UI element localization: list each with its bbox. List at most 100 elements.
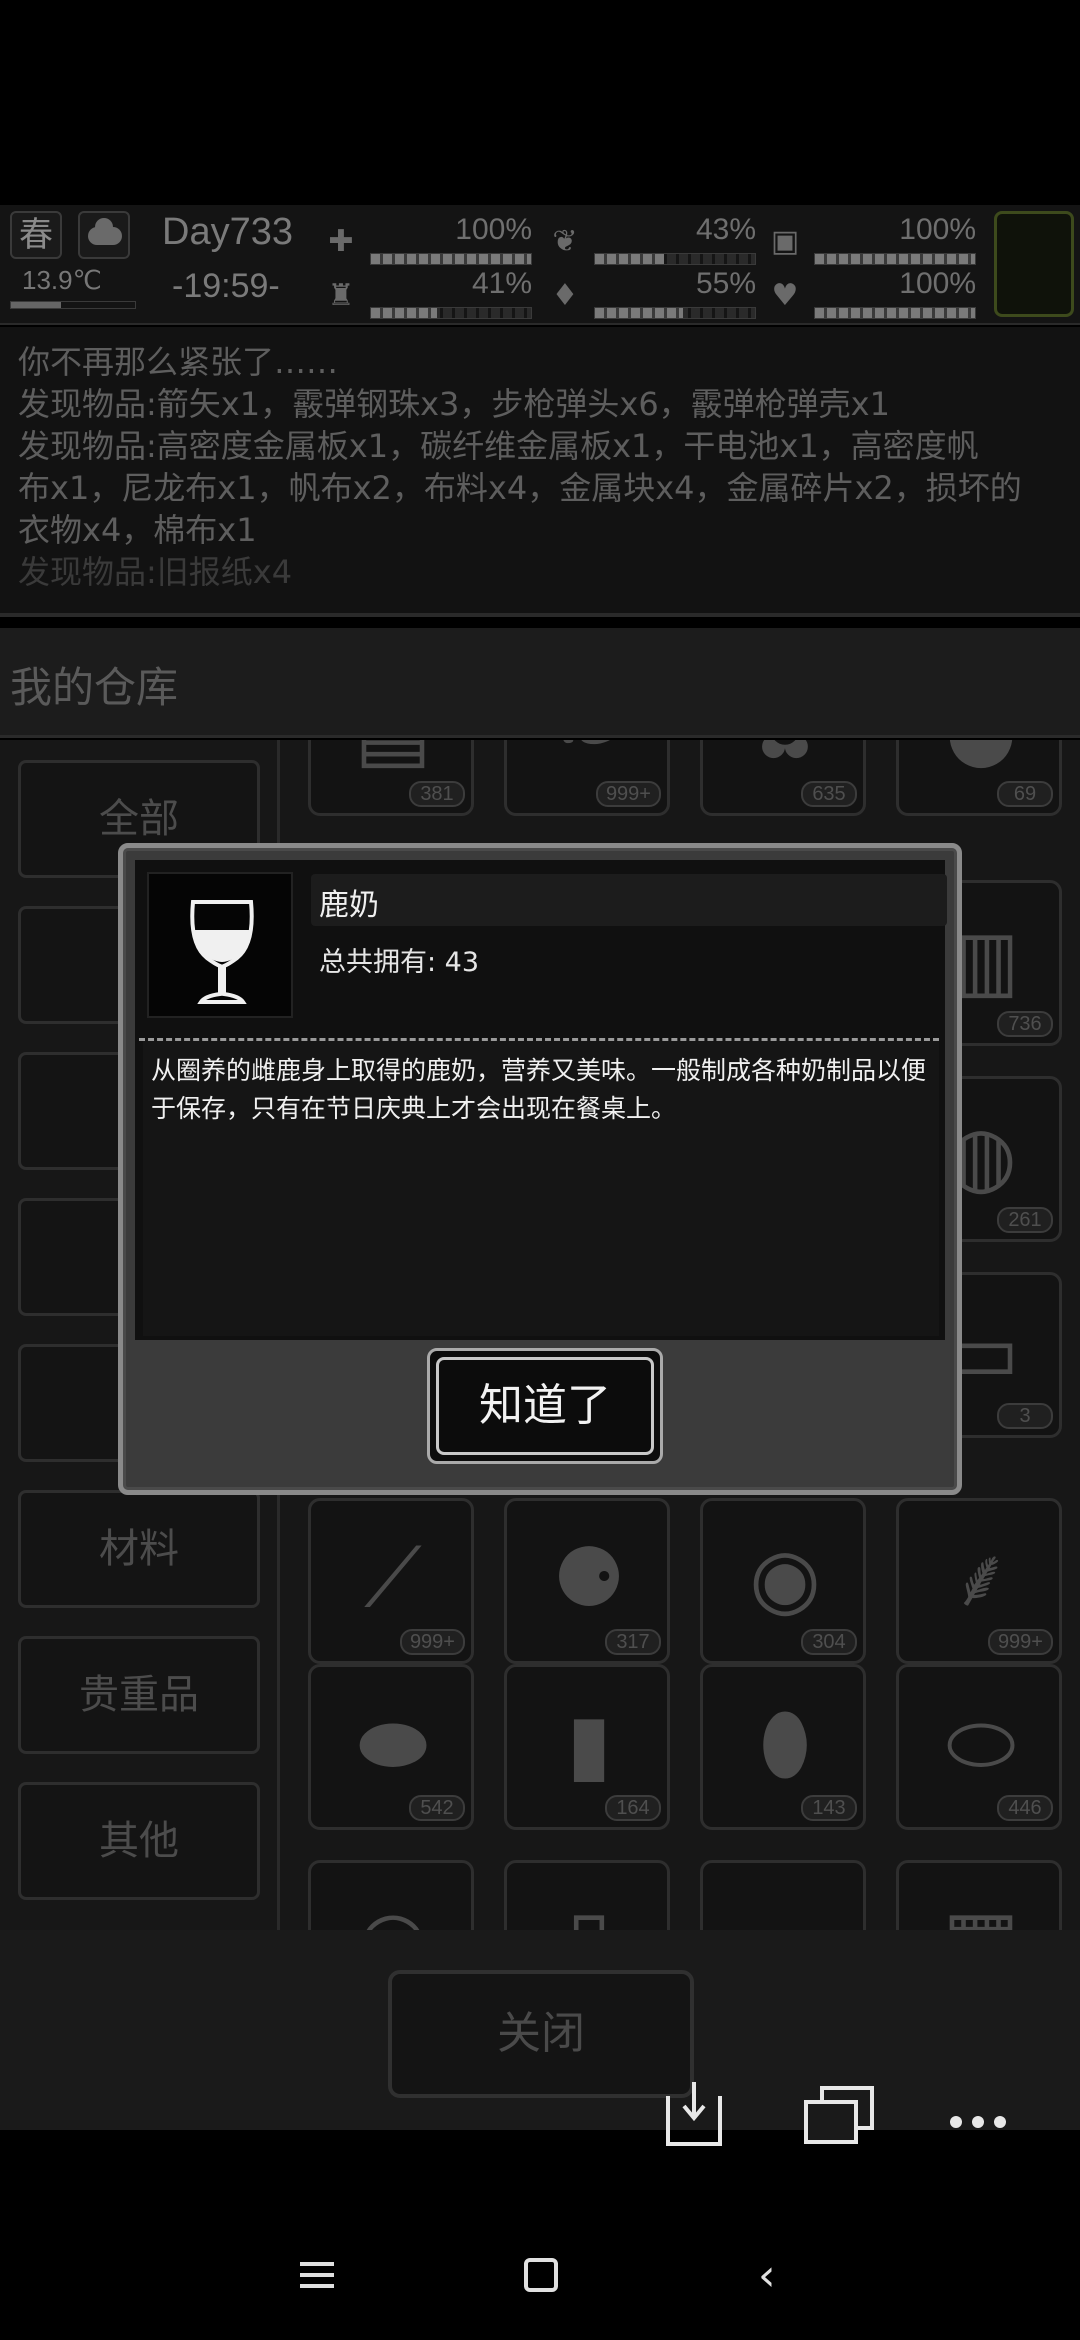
jar-icon: ▦ [921, 1881, 1041, 1930]
close-area: 关闭 [0, 1930, 1080, 2130]
item-cell[interactable]: ⬭ 446 [896, 1664, 1062, 1830]
log-line: 你不再那么紧张了…… [18, 343, 339, 381]
water-drop-icon: ♦ [551, 278, 579, 313]
stat-hunger-value: 43% [695, 213, 756, 246]
stat-mood-value: 100% [899, 267, 976, 300]
item-cell[interactable]: ⸙ 999+ [896, 1498, 1062, 1664]
item-count: 3 [997, 1403, 1053, 1429]
log-line: 发现物品:旧报纸x4 [18, 553, 293, 591]
beans-icon: ⬬ [357, 1697, 429, 1792]
temperature-label: 13.9℃ [22, 265, 102, 295]
season-indicator: 春 [10, 211, 62, 259]
home-icon[interactable] [524, 2258, 558, 2292]
bottle-icon: ▮ [566, 1697, 612, 1792]
bread-icon: ⬭ [945, 1697, 1017, 1792]
item-cell[interactable]: ◡ [700, 1860, 866, 1930]
stat-hunger: ❦ 43% [546, 213, 756, 269]
small-bottle-icon: ▯ [529, 1881, 649, 1930]
wheat-icon: ⸙ [950, 1531, 1012, 1626]
item-cell[interactable]: ◉ 304 [700, 1498, 866, 1664]
stomach-icon: ❦ [552, 224, 578, 259]
log-line: 布x1，尼龙布x1，帆布x2，布料x4，金属块x4，金属碎片x2，损坏的 [18, 469, 1022, 507]
item-cell[interactable]: ⚈ 317 [504, 1498, 670, 1664]
multi-window-front [804, 2100, 858, 2144]
stat-load: ▣ 100% [766, 213, 976, 269]
item-cell[interactable]: ❧999+ [504, 740, 670, 816]
item-count: 381 [409, 781, 465, 807]
item-count: 999+ [399, 1629, 465, 1655]
clock-label: -19:59- [172, 267, 280, 305]
status-corner-button[interactable] [994, 211, 1074, 317]
backpack-icon: ▣ [770, 224, 800, 259]
stat-health: ✚ 100% [322, 213, 532, 269]
bowl-icon: ◉ [749, 1531, 821, 1626]
item-cell[interactable]: ✿635 [700, 740, 866, 816]
item-count: 446 [997, 1795, 1053, 1821]
back-icon[interactable]: ‹ [758, 2254, 776, 2298]
category-valuables[interactable]: 贵重品 [18, 1636, 260, 1754]
close-button[interactable]: 关闭 [388, 1970, 694, 2098]
ok-button-label: 知道了 [436, 1357, 654, 1455]
category-other[interactable]: 其他 [18, 1782, 260, 1900]
event-log: 你不再那么紧张了…… 发现物品:箭矢x1，霰弹钢珠x3，步枪弹头x6，霰弹枪弹壳… [0, 327, 1080, 617]
dish-icon: ◒ [333, 1881, 453, 1930]
cup-icon: ◡ [725, 1881, 845, 1930]
more-icon-dot [972, 2116, 984, 2128]
medkit-icon: ✚ [328, 224, 354, 259]
temperature-bar [10, 301, 136, 309]
item-cell[interactable]: ▤381 [308, 740, 474, 816]
item-description: 从圈养的雌鹿身上取得的鹿奶，营养又美味。一般制成各种奶制品以便于保存，只有在节日… [151, 1056, 927, 1123]
stat-health-value: 100% [455, 213, 532, 246]
item-count: 143 [801, 1795, 857, 1821]
download-arrow [682, 2082, 706, 2122]
item-cell[interactable]: ▦ [896, 1860, 1062, 1930]
item-count: 164 [605, 1795, 661, 1821]
system-navigation-bar [0, 2160, 1080, 2340]
item-cell[interactable]: ▮ 164 [504, 1664, 670, 1830]
item-count: 261 [997, 1207, 1053, 1233]
item-cell[interactable]: ⟋ 999+ [308, 1498, 474, 1664]
log-line: 衣物x4，棉布x1 [18, 511, 257, 549]
carrot-icon: ⟋ [364, 1531, 422, 1626]
item-count: 317 [605, 1629, 661, 1655]
item-cell[interactable]: ◒ [308, 1860, 474, 1930]
stat-thirst: ♦ 55% [546, 267, 756, 323]
season-label: 春 [19, 215, 53, 255]
item-cell[interactable]: ⬬ 542 [308, 1664, 474, 1830]
stat-stamina: ♜ 41% [322, 267, 532, 323]
category-materials[interactable]: 材料 [18, 1490, 260, 1608]
stat-thirst-value: 55% [695, 267, 756, 300]
warehouse-title: 我的仓库 [0, 628, 1080, 738]
seeds-icon: ⬮ [759, 1697, 811, 1792]
dialog-content: 鹿奶 总共拥有: 43 从圈养的雌鹿身上取得的鹿奶，营养又美味。一般制成各种奶制… [135, 860, 947, 1340]
item-info-dialog: 鹿奶 总共拥有: 43 从圈养的雌鹿身上取得的鹿奶，营养又美味。一般制成各种奶制… [118, 843, 962, 1495]
stat-stamina-value: 41% [471, 267, 532, 300]
cloud-icon [78, 211, 130, 259]
item-cell[interactable]: ▯ [504, 1860, 670, 1930]
stat-mood: ♥ 100% [766, 267, 976, 323]
game-status-bar: 春 13.9℃ Day733 -19:59- ✚ 100% ❦ 43% ▣ 10… [0, 205, 1080, 325]
wine-glass-icon [190, 900, 254, 1004]
menu-icon[interactable] [300, 2262, 334, 2288]
item-count: 304 [801, 1629, 857, 1655]
item-count: 736 [997, 1011, 1053, 1037]
item-name: 鹿奶 [319, 888, 379, 923]
item-owned-count: 总共拥有: 43 [319, 947, 480, 978]
more-icon-dot [994, 2116, 1006, 2128]
ok-button[interactable]: 知道了 [427, 1348, 663, 1464]
log-line: 发现物品:高密度金属板x1，碳纤维金属板x1，干电池x1，高密度帆 [18, 427, 979, 465]
item-icon-frame [147, 872, 293, 1018]
item-cell[interactable]: ●69 [896, 740, 1062, 816]
day-counter: Day733 [162, 211, 293, 253]
item-count: 542 [409, 1795, 465, 1821]
skewer-icon: ⚈ [552, 1531, 626, 1626]
item-count: 69 [997, 781, 1053, 807]
log-line: 发现物品:箭矢x1，霰弹钢珠x3，步枪弹头x6，霰弹枪弹壳x1 [18, 385, 890, 423]
item-cell[interactable]: ⬮ 143 [700, 1664, 866, 1830]
top-black-band [0, 0, 1080, 205]
more-icon[interactable] [950, 2116, 962, 2128]
stamina-icon: ♜ [327, 278, 355, 313]
item-count: 999+ [595, 781, 661, 807]
item-count: 999+ [987, 1629, 1053, 1655]
item-count: 635 [801, 781, 857, 807]
